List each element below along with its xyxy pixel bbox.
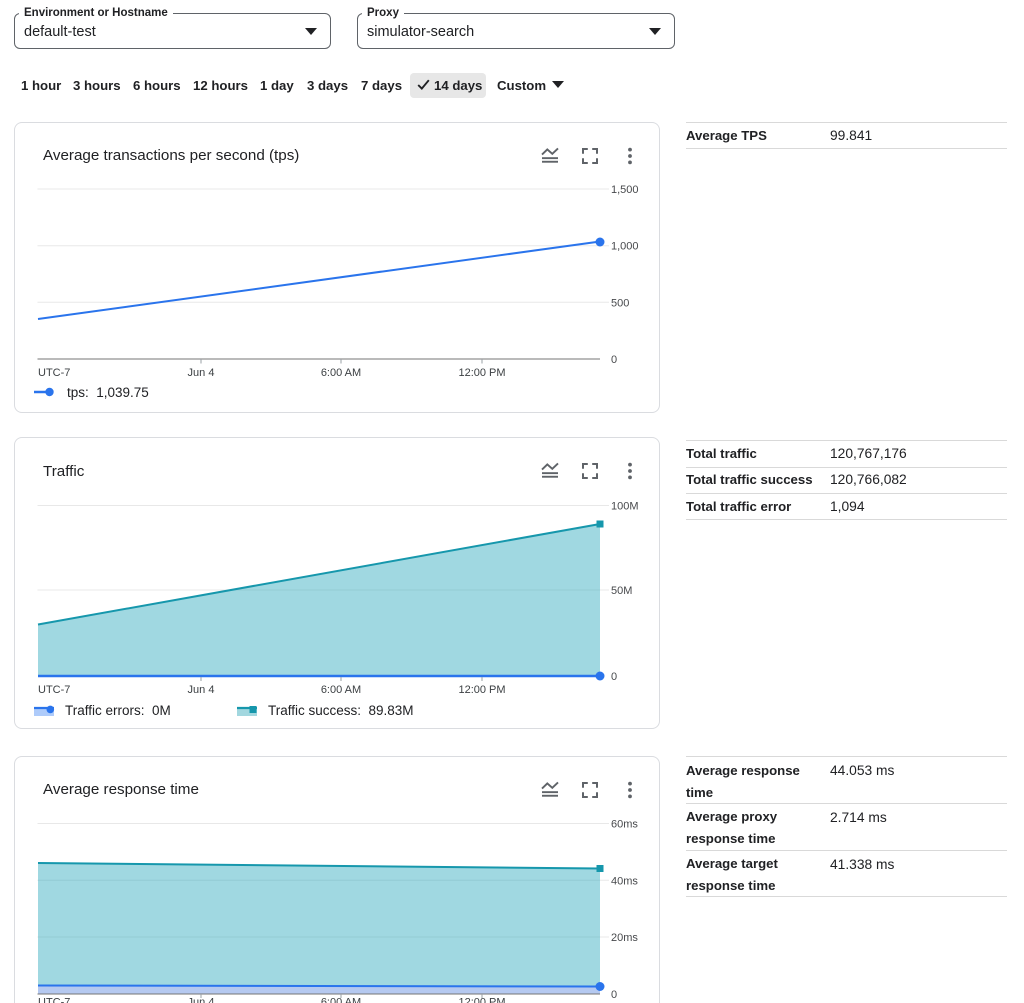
svg-text:12:00 PM: 12:00 PM (458, 684, 505, 696)
svg-text:Jun 4: Jun 4 (188, 684, 215, 696)
svg-text:Jun 4: Jun 4 (188, 367, 215, 379)
svg-text:0: 0 (611, 354, 617, 366)
svg-text:Traffic errors: 0M: Traffic errors: 0M (65, 703, 171, 718)
svg-text:50M: 50M (611, 585, 632, 597)
svg-text:1,000: 1,000 (611, 241, 639, 253)
svg-text:Jun 4: Jun 4 (188, 997, 215, 1003)
svg-text:500: 500 (611, 297, 629, 309)
svg-text:Traffic success: 89.83M: Traffic success: 89.83M (268, 703, 414, 718)
svg-text:6:00 AM: 6:00 AM (321, 684, 361, 696)
svg-text:UTC-7: UTC-7 (38, 684, 70, 696)
svg-text:6:00 AM: 6:00 AM (321, 367, 361, 379)
svg-text:6:00 AM: 6:00 AM (321, 997, 361, 1003)
svg-text:0: 0 (611, 989, 617, 1001)
svg-text:UTC-7: UTC-7 (38, 997, 70, 1003)
svg-text:0: 0 (611, 671, 617, 683)
svg-text:100M: 100M (611, 501, 639, 513)
svg-text:12:00 PM: 12:00 PM (458, 367, 505, 379)
svg-text:60ms: 60ms (611, 819, 638, 831)
svg-text:1,500: 1,500 (611, 184, 639, 196)
svg-text:tps: 1,039.75: tps: 1,039.75 (67, 385, 149, 400)
svg-text:UTC-7: UTC-7 (38, 367, 70, 379)
svg-text:20ms: 20ms (611, 932, 638, 944)
svg-text:12:00 PM: 12:00 PM (458, 997, 505, 1003)
svg-text:40ms: 40ms (611, 875, 638, 887)
